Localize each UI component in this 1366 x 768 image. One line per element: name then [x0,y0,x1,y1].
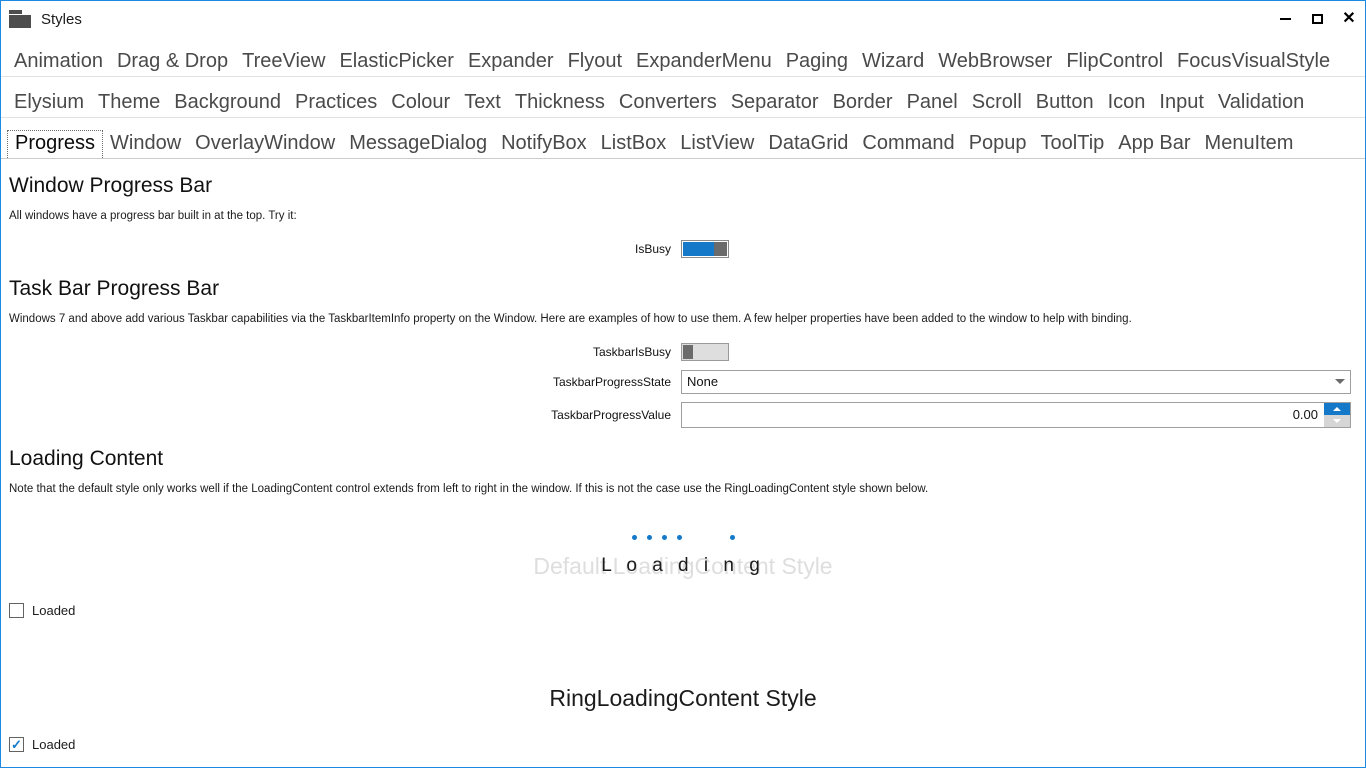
tab-row-1: Animation Drag & Drop TreeView ElasticPi… [1,37,1365,77]
tab-datagrid[interactable]: DataGrid [761,133,855,158]
tab-practices[interactable]: Practices [288,92,384,117]
loading-content-heading: Loading Content [9,446,164,470]
tab-row-2: Elysium Theme Background Practices Colou… [1,77,1365,118]
tab-theme[interactable]: Theme [91,92,167,117]
ring-loaded-checkbox-row: Loaded [9,737,75,752]
taskbar-isbusy-label: TaskbarIsBusy [592,344,671,359]
loading-word: L o a d i n g [601,554,765,576]
tab-background[interactable]: Background [167,92,288,117]
ring-loaded-checkbox[interactable] [9,737,24,752]
tab-treeview[interactable]: TreeView [235,51,332,76]
tab-drag-drop[interactable]: Drag & Drop [110,51,235,76]
tab-popup[interactable]: Popup [962,133,1034,158]
taskbar-progress-state-label: TaskbarProgressState [552,374,671,389]
taskbar-progress-value-row: TaskbarProgressValue 0.00 [9,401,1357,428]
taskbar-isbusy-toggle[interactable] [681,342,729,361]
window-progress-heading: Window Progress Bar [9,174,213,197]
tab-elysium[interactable]: Elysium [7,92,91,117]
tab-row-3: Progress Window OverlayWindow MessageDia… [1,118,1365,159]
loaded-checkbox[interactable] [9,603,24,618]
styles-window: Styles ✕ Animation Drag & Drop TreeView … [0,0,1366,768]
loading-dots-animation [9,534,1357,540]
window-title: Styles [41,10,82,28]
chevron-down-icon[interactable] [1330,379,1350,385]
loaded-checkbox-label: Loaded [32,603,76,618]
taskbar-progress-value-stepper[interactable]: 0.00 [681,401,1351,428]
loading-content-description: Note that the default style only works w… [9,483,929,496]
tab-focusvisualstyle[interactable]: FocusVisualStyle [1170,51,1337,76]
isbusy-label: IsBusy [634,241,671,256]
taskbar-progress-state-value: None [687,374,719,390]
maximize-icon[interactable] [1301,1,1333,37]
loaded-checkbox-row: Loaded [9,603,75,618]
tab-thickness[interactable]: Thickness [508,92,612,117]
ring-loading-content-title: RingLoadingContent Style [549,684,817,711]
tab-scroll[interactable]: Scroll [965,92,1029,117]
tab-animation[interactable]: Animation [7,51,110,76]
taskbar-progress-description: Windows 7 and above add various Taskbar … [9,313,1132,326]
tab-wizard[interactable]: Wizard [855,51,931,76]
stepper-down-icon[interactable] [1324,414,1350,427]
tab-command[interactable]: Command [855,133,961,158]
isbusy-row: IsBusy [9,239,1357,258]
tab-progress[interactable]: Progress [7,130,104,158]
tab-flyout[interactable]: Flyout [561,51,629,76]
tab-listview[interactable]: ListView [673,133,761,158]
tab-input[interactable]: Input [1152,92,1210,117]
stepper-buttons [1324,402,1350,427]
taskbar-progress-state-select[interactable]: None [681,369,1351,394]
tab-text[interactable]: Text [457,92,508,117]
tab-separator[interactable]: Separator [724,92,826,117]
default-loading-content: Default LoadingContent Style L o a d i n… [9,505,1357,635]
tab-converters[interactable]: Converters [612,92,724,117]
tab-expandermenu[interactable]: ExpanderMenu [629,51,779,76]
tab-tooltip[interactable]: ToolTip [1034,133,1112,158]
tab-app-bar[interactable]: App Bar [1111,133,1197,158]
tab-border[interactable]: Border [826,92,900,117]
tab-colour[interactable]: Colour [384,92,457,117]
taskbar-progress-state-row: TaskbarProgressState None [9,369,1357,394]
tab-flipcontrol[interactable]: FlipControl [1059,51,1170,76]
tab-expander[interactable]: Expander [461,51,561,76]
tab-listbox[interactable]: ListBox [594,133,674,158]
window-controls: ✕ [1269,1,1365,37]
tab-messagedialog[interactable]: MessageDialog [342,133,494,158]
taskbar-progress-value-input[interactable]: 0.00 [682,403,1324,427]
ring-loaded-checkbox-label: Loaded [32,737,76,752]
tab-elasticpicker[interactable]: ElasticPicker [332,51,460,76]
window-progress-description: All windows have a progress bar built in… [9,210,297,223]
tab-validation[interactable]: Validation [1211,92,1311,117]
tab-panel[interactable]: Panel [900,92,965,117]
tab-paging[interactable]: Paging [779,51,855,76]
stepper-up-icon[interactable] [1324,402,1350,415]
tab-overlaywindow[interactable]: OverlayWindow [188,133,342,158]
tab-webbrowser[interactable]: WebBrowser [931,51,1059,76]
tab-menuitem[interactable]: MenuItem [1198,133,1301,158]
tab-window[interactable]: Window [103,133,188,158]
tab-icon[interactable]: Icon [1101,92,1153,117]
taskbar-progress-heading: Task Bar Progress Bar [9,276,220,300]
close-icon[interactable]: ✕ [1333,1,1365,37]
folder-icon [9,10,31,28]
progress-tab-content: Window Progress Bar All windows have a p… [1,159,1365,767]
title-bar: Styles ✕ [1,1,1365,37]
minimize-icon[interactable] [1269,1,1301,37]
taskbar-progress-value-label: TaskbarProgressValue [551,407,671,422]
tab-notifybox[interactable]: NotifyBox [494,133,594,158]
isbusy-toggle[interactable] [681,239,729,258]
tab-button[interactable]: Button [1029,92,1101,117]
taskbar-isbusy-row: TaskbarIsBusy [9,342,1357,361]
